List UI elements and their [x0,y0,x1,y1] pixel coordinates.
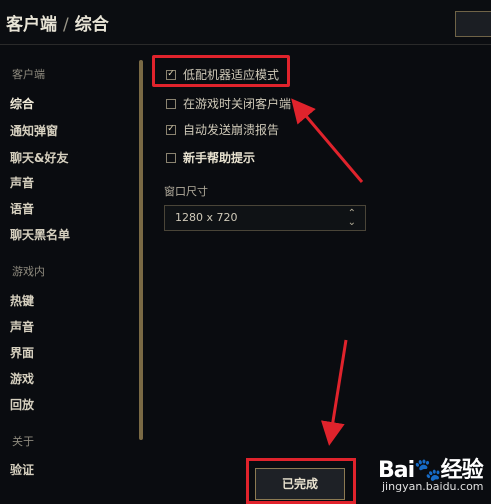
annotation-arrow-top [291,98,364,183]
annotation-arrows [291,98,364,446]
annotation-done-box [246,458,356,504]
annotation-arrow-bottom [320,339,348,446]
watermark-url: jingyan.baidu.com [382,480,484,493]
